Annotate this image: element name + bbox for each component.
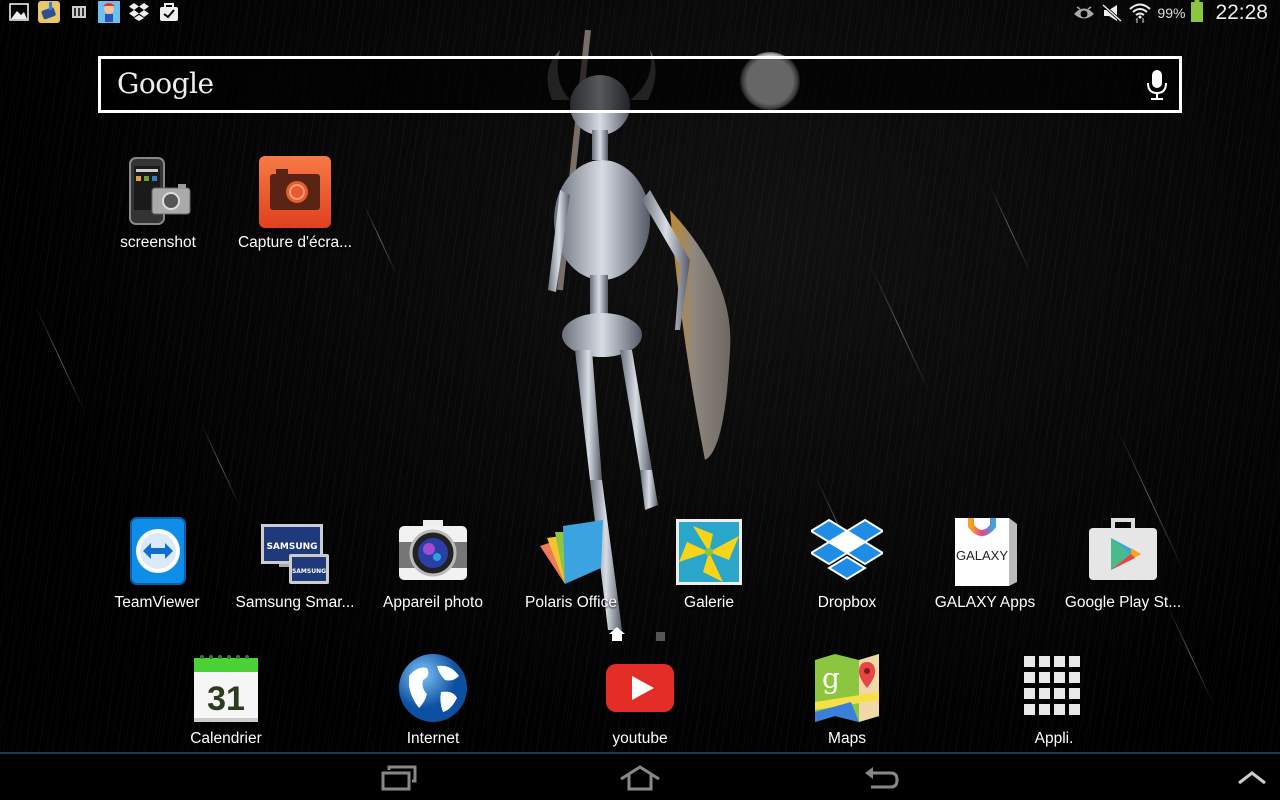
app-drawer-icon <box>1018 652 1090 724</box>
app-capture-ecran[interactable]: Capture d'écra... <box>225 156 365 252</box>
calendar-day: 31 <box>207 680 245 718</box>
app-label: Capture d'écra... <box>237 234 353 251</box>
status-bar[interactable]: 99% 22:28 <box>0 0 1280 26</box>
app-label: Appli. <box>1034 730 1074 747</box>
youtube-icon <box>604 652 676 724</box>
gallery-notification-icon <box>8 2 30 22</box>
app-appareil-photo[interactable]: Appareil photo <box>363 516 503 612</box>
page-dot[interactable] <box>656 631 665 641</box>
app-label: screenshot <box>120 234 196 251</box>
dropbox-icon <box>809 516 885 588</box>
app-label: Appareil photo <box>383 594 483 611</box>
store-update-notification-icon <box>158 2 180 22</box>
camera-icon <box>397 516 469 588</box>
camera-capture-icon <box>259 156 331 228</box>
dock-youtube[interactable]: youtube <box>570 652 710 748</box>
app-dropbox[interactable]: Dropbox <box>777 516 917 612</box>
app-label: Google Play St... <box>1064 594 1182 611</box>
system-status-icons: 99% 22:28 <box>1073 0 1268 26</box>
app-label: Galerie <box>684 594 734 611</box>
google-search-bar[interactable]: Google <box>98 56 1182 113</box>
polaris-office-icon <box>535 516 607 588</box>
dock-maps[interactable]: g Maps <box>777 652 917 748</box>
app-polaris-office[interactable]: Polaris Office <box>501 516 641 612</box>
google-play-store-icon <box>1087 516 1159 588</box>
app-label: Dropbox <box>817 594 877 611</box>
screenshot-app-icon <box>122 156 194 228</box>
gallery-icon <box>673 516 745 588</box>
wifi-icon <box>1129 3 1152 23</box>
galaxy-apps-icon: GALAXY <box>949 516 1021 588</box>
samsung-smart-view-icon: SAMSUNG SAMSUNG <box>259 516 331 588</box>
app-label: TeamViewer <box>114 594 200 611</box>
dropbox-notification-icon <box>128 2 150 22</box>
app-label: Maps <box>828 730 866 747</box>
app-label: youtube <box>612 730 668 747</box>
app-label: GALAXY Apps <box>934 594 1036 611</box>
battery-icon <box>1191 0 1204 26</box>
app-label: Polaris Office <box>525 594 617 611</box>
globe-icon <box>397 652 469 724</box>
dock-calendrier[interactable]: 31 Calendrier <box>156 652 296 748</box>
back-icon[interactable] <box>858 762 906 794</box>
microphone-icon[interactable] <box>1143 68 1171 102</box>
dock-app-drawer[interactable]: Appli. <box>984 652 1124 748</box>
app-label: Samsung Smar... <box>235 594 355 611</box>
samsung-logo-text-small: SAMSUNG <box>292 568 326 575</box>
teamviewer-icon <box>121 516 193 588</box>
chevron-up-icon[interactable] <box>1228 762 1276 794</box>
svg-text:g: g <box>822 662 840 695</box>
samsung-logo-text: SAMSUNG <box>266 542 317 552</box>
battery-percent: 99% <box>1157 5 1186 21</box>
clock: 22:28 <box>1215 1 1268 24</box>
galaxy-logo-text: GALAXY <box>956 548 1008 563</box>
home-page-indicator-icon[interactable] <box>608 626 626 646</box>
home-icon[interactable] <box>616 762 664 794</box>
app-screenshot[interactable]: screenshot <box>88 156 228 252</box>
mute-icon <box>1101 3 1123 23</box>
maps-icon: g <box>811 652 883 724</box>
sim-card-notification-icon <box>68 2 90 22</box>
app-google-play-store[interactable]: Google Play St... <box>1053 516 1193 612</box>
app-label: Calendrier <box>190 730 262 747</box>
recent-apps-icon[interactable] <box>376 762 424 794</box>
app-teamviewer[interactable]: TeamViewer <box>87 516 227 612</box>
game-notification-icon <box>98 1 120 23</box>
navigation-bar <box>0 752 1280 800</box>
smart-stay-eye-icon <box>1073 3 1095 23</box>
cleaner-app-notification-icon <box>38 1 60 23</box>
notification-icons[interactable] <box>8 1 180 23</box>
calendar-icon: 31 <box>190 652 262 724</box>
app-label: Internet <box>406 730 460 747</box>
dock-internet[interactable]: Internet <box>363 652 503 748</box>
app-samsung-smart-view[interactable]: SAMSUNG SAMSUNG Samsung Smar... <box>225 516 365 612</box>
app-galerie[interactable]: Galerie <box>639 516 779 612</box>
app-galaxy-apps[interactable]: GALAXY GALAXY Apps <box>915 516 1055 612</box>
page-indicator[interactable] <box>608 626 665 646</box>
google-logo: Google <box>117 67 214 100</box>
